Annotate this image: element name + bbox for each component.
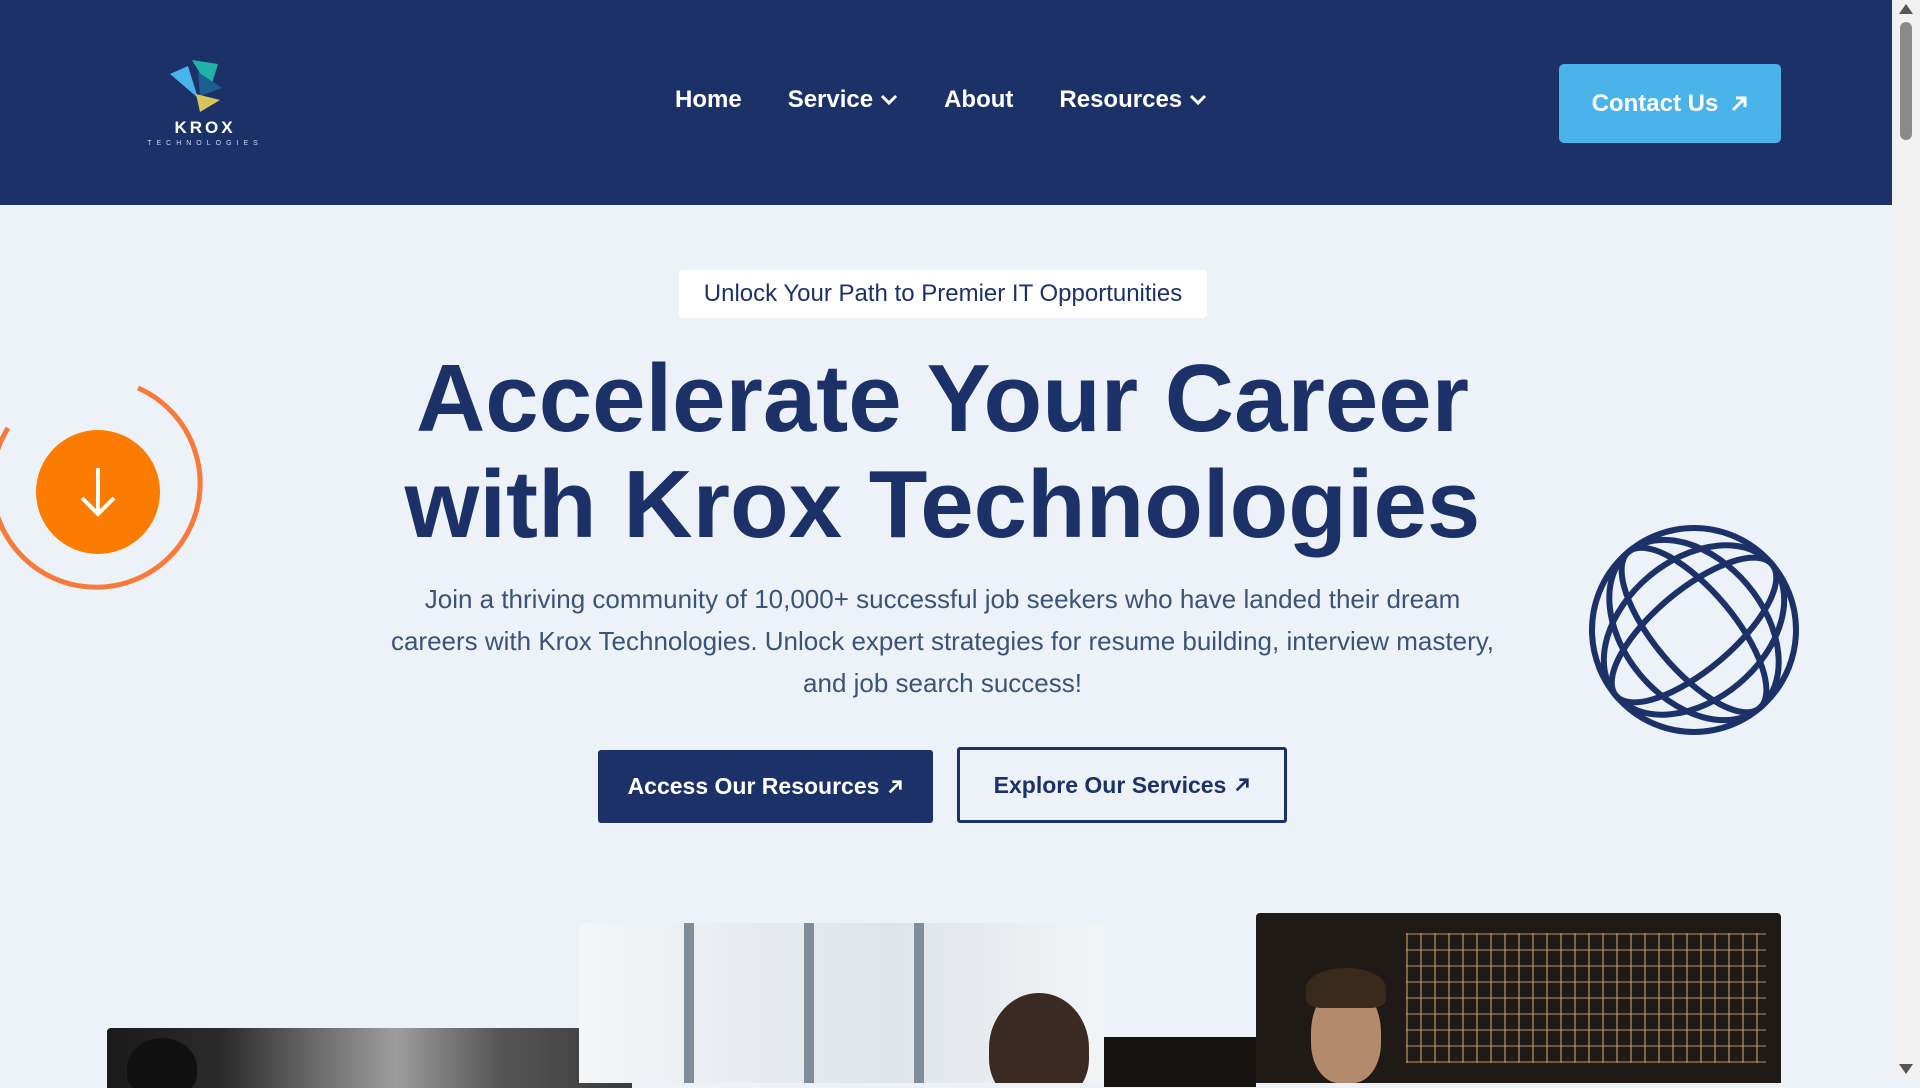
photo-detail <box>127 1038 197 1088</box>
scroll-up-arrow-icon[interactable] <box>1899 4 1913 14</box>
contact-us-button[interactable]: Contact Us <box>1559 64 1781 143</box>
explore-services-label: Explore Our Services <box>993 771 1227 798</box>
nav-item-home[interactable]: Home <box>675 86 742 114</box>
gallery-image-3 <box>1256 913 1781 1083</box>
brand-name: KROX <box>174 118 236 137</box>
nav-item-label: About <box>944 86 1014 113</box>
photo-detail <box>1406 933 1766 1063</box>
arrow-up-right-icon <box>1236 778 1250 792</box>
hero-tagline-badge: Unlock Your Path to Premier IT Opportuni… <box>679 270 1207 318</box>
nav-item-resources[interactable]: Resources <box>1059 86 1207 114</box>
arrow-up-right-icon <box>889 779 903 793</box>
site-header: KROX TECHNOLOGIES Home Service About Res… <box>0 0 1892 205</box>
gallery-image-1 <box>107 1028 632 1088</box>
page-scrollbar[interactable] <box>1892 0 1920 1080</box>
photo-detail <box>914 923 924 1083</box>
photo-detail <box>989 993 1089 1083</box>
gallery-image-2 <box>579 923 1104 1083</box>
nav-item-about[interactable]: About <box>944 86 1013 114</box>
photo-detail <box>804 923 814 1083</box>
photo-detail <box>1306 968 1386 1008</box>
hero-headline: Accelerate Your Career with Krox Technol… <box>300 346 1585 558</box>
main-nav: Home Service About Resources <box>675 86 1207 114</box>
headline-line-2: with Krox Technologies <box>404 451 1481 558</box>
scroll-thumb[interactable] <box>1900 22 1912 140</box>
scroll-down-button[interactable] <box>0 380 210 600</box>
access-resources-button[interactable]: Access Our Resources <box>598 750 933 823</box>
logo-mark-icon <box>170 60 222 112</box>
globe-icon <box>1589 525 1799 735</box>
nav-item-label: Home <box>675 86 742 113</box>
scroll-down-arrow-icon[interactable] <box>1899 1064 1913 1074</box>
explore-services-button[interactable]: Explore Our Services <box>957 747 1287 823</box>
brand-logo[interactable]: KROX TECHNOLOGIES <box>140 56 270 151</box>
chevron-down-icon <box>881 94 898 106</box>
arrow-up-right-icon <box>1732 96 1747 111</box>
nav-item-service[interactable]: Service <box>788 86 898 114</box>
photo-detail <box>684 923 694 1083</box>
chevron-down-icon <box>1190 94 1207 106</box>
brand-subtitle: TECHNOLOGIES <box>147 140 263 147</box>
headline-line-1: Accelerate Your Career <box>415 345 1470 452</box>
contact-us-label: Contact Us <box>1591 89 1719 117</box>
access-resources-label: Access Our Resources <box>627 773 880 799</box>
nav-item-label: Resources <box>1059 86 1183 113</box>
nav-item-label: Service <box>787 86 874 113</box>
hero-description: Join a thriving community of 10,000+ suc… <box>390 584 1495 698</box>
